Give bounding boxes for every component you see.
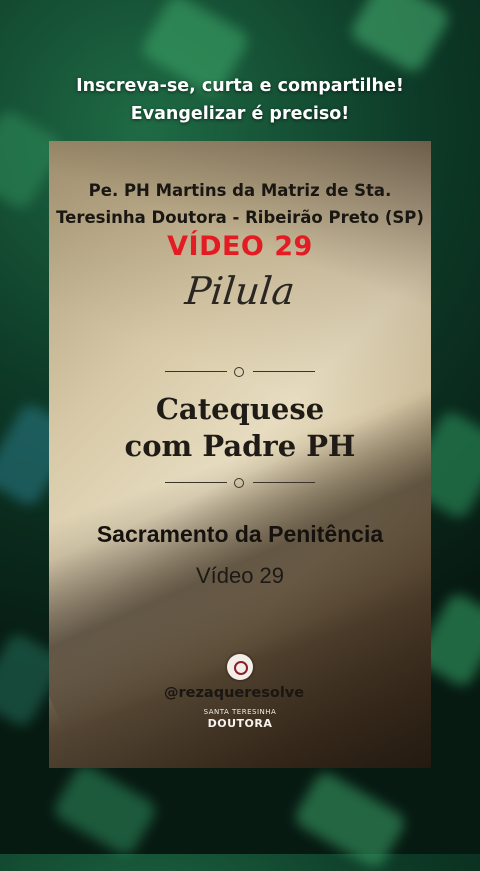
call-to-action-headline: Inscreva-se, curta e compartilhe! Evange… [0, 72, 480, 128]
bokeh-light [347, 0, 453, 76]
episode-number: Vídeo 29 [195, 563, 285, 588]
video-cover-card: Pe. PH Martins da Matriz de Sta. Teresin… [49, 141, 431, 768]
priest-info: Pe. PH Martins da Matriz de Sta. Teresin… [49, 177, 431, 231]
ornament-divider-icon [165, 367, 315, 377]
script-word-pilula: Pilula [183, 269, 297, 313]
channel-handle: @rezaqueresolve [164, 685, 305, 701]
bokeh-light [291, 769, 409, 871]
video-number-title: VÍDEO 29 [167, 231, 313, 262]
logo-text-small: SANTA TERESINHA [203, 708, 277, 716]
logo-text-big: DOUTORA [207, 717, 273, 730]
headline-line-1: Inscreva-se, curta e compartilhe! [76, 76, 404, 96]
priest-info-line-1: Pe. PH Martins da Matriz de Sta. [88, 181, 392, 200]
bokeh-light [51, 761, 159, 859]
episode-subject: Sacramento da Penitência [96, 521, 384, 547]
priest-info-line-2: Teresinha Doutora - Ribeirão Preto (SP) [56, 208, 424, 227]
series-title-line-1: Catequese [155, 392, 325, 426]
rose-logo-icon [227, 654, 253, 680]
ornament-divider-icon [165, 478, 315, 488]
series-title: Catequese com Padre PH [49, 391, 431, 465]
headline-line-2: Evangelizar é preciso! [130, 104, 350, 124]
series-title-line-2: com Padre PH [124, 429, 356, 463]
channel-logo: @rezaqueresolve SANTA TERESINHA DOUTORA [49, 651, 431, 731]
